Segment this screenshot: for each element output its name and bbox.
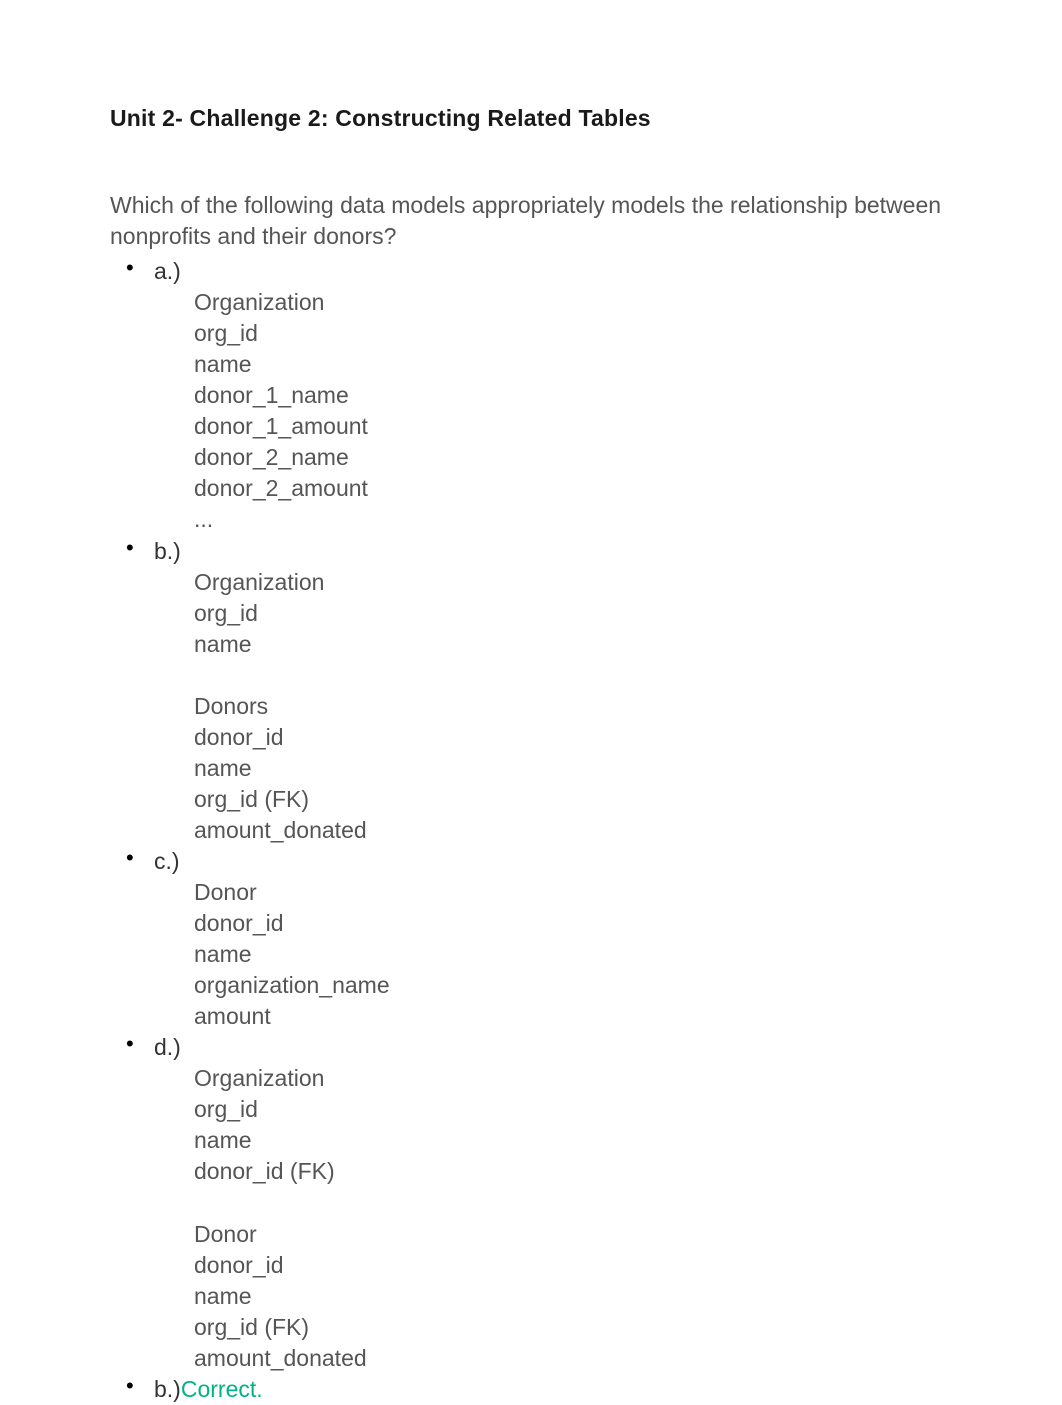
option-c-label: c.) <box>154 848 180 874</box>
answer-label: b.) <box>154 1376 181 1402</box>
option-c-body: Donor donor_id name organization_name am… <box>154 877 962 1032</box>
answer-line: b.)Correct. <box>154 1374 962 1405</box>
option-a: a.) Organization org_id name donor_1_nam… <box>154 256 962 535</box>
option-d-label: d.) <box>154 1034 181 1060</box>
option-a-body: Organization org_id name donor_1_name do… <box>154 287 962 535</box>
question-text: Which of the following data models appro… <box>110 190 962 252</box>
answer-status: Correct. <box>181 1376 263 1402</box>
option-c: c.) Donor donor_id name organization_nam… <box>154 846 962 1032</box>
option-b-label: b.) <box>154 538 181 564</box>
options-list: a.) Organization org_id name donor_1_nam… <box>110 256 962 1405</box>
page-title: Unit 2- Challenge 2: Constructing Relate… <box>110 105 962 132</box>
option-a-label: a.) <box>154 258 181 284</box>
option-d-body: Organization org_id name donor_id (FK) D… <box>154 1063 962 1373</box>
option-d: d.) Organization org_id name donor_id (F… <box>154 1032 962 1374</box>
option-b: b.) Organization org_id name Donors dono… <box>154 536 962 846</box>
option-b-body: Organization org_id name Donors donor_id… <box>154 567 962 846</box>
